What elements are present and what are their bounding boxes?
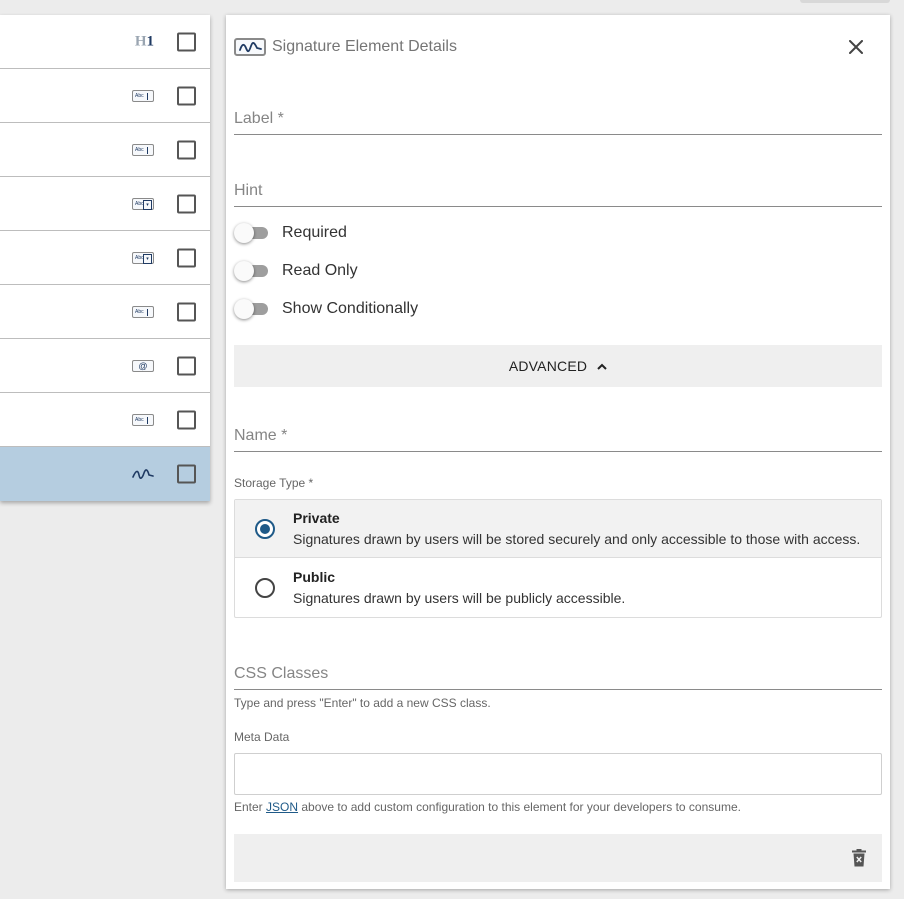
private-title: Private	[293, 510, 340, 526]
row-checkbox[interactable]	[177, 32, 196, 51]
name-input[interactable]: Name *	[234, 418, 882, 452]
close-button[interactable]	[844, 35, 868, 59]
css-classes-hint: Type and press "Enter" to add a new CSS …	[234, 696, 491, 710]
mini-label: Abc	[135, 416, 144, 423]
mini-box: Abc	[132, 89, 154, 102]
show-conditionally-label: Show Conditionally	[282, 300, 419, 317]
text-field-icon: Abc	[132, 413, 154, 426]
row-checkbox[interactable]	[177, 356, 196, 375]
mini-box: Abc ▾	[132, 197, 154, 210]
label-input-placeholder: Label *	[234, 110, 284, 127]
mini-dropdown-arrow: ▾	[143, 253, 152, 264]
list-item-selected[interactable]	[0, 447, 210, 501]
mini-cursor	[147, 146, 148, 154]
email-field-icon: @	[132, 359, 154, 372]
dropdown-field-icon: Abc ▾	[132, 251, 154, 264]
advanced-section-toggle[interactable]: ADVANCED	[234, 345, 882, 387]
read-only-toggle[interactable]	[234, 261, 270, 281]
required-toggle-row[interactable]: Required	[234, 221, 347, 245]
row-checkbox[interactable]	[177, 410, 196, 429]
required-toggle[interactable]	[234, 223, 270, 243]
read-only-label: Read Only	[282, 262, 358, 279]
row-checkbox[interactable]	[177, 248, 196, 267]
name-input-placeholder: Name *	[234, 427, 288, 444]
mini-box: Abc	[132, 413, 154, 426]
show-conditionally-toggle[interactable]	[234, 299, 270, 319]
meta-hint-before: Enter	[234, 800, 267, 814]
heading-icon: H1	[135, 33, 154, 50]
trash-icon	[852, 849, 866, 867]
public-title: Public	[293, 569, 336, 585]
text-field-icon: Abc	[132, 305, 154, 318]
storage-option-private[interactable]: Private Signatures drawn by users will b…	[235, 500, 881, 558]
mini-label: Abc	[135, 308, 144, 315]
heading-icon-h: H	[134, 33, 147, 49]
panel-header: Signature Element Details	[234, 35, 457, 59]
row-checkbox[interactable]	[177, 194, 196, 213]
signature-icon	[234, 38, 266, 56]
panel-title: Signature Element Details	[272, 38, 457, 55]
storage-option-public[interactable]: Public Signatures drawn by users will be…	[235, 559, 881, 617]
delete-button[interactable]	[850, 848, 868, 868]
hint-input[interactable]: Hint	[234, 173, 882, 207]
json-link[interactable]: JSON	[266, 800, 298, 814]
list-item[interactable]: Abc	[0, 69, 210, 123]
label-input[interactable]: Label *	[234, 101, 882, 135]
meta-hint-after: above to add custom configuration to thi…	[298, 800, 741, 814]
storage-type-label: Storage Type *	[234, 476, 314, 490]
row-checkbox[interactable]	[177, 140, 196, 159]
mini-cursor	[147, 308, 148, 316]
meta-data-hint: Enter JSON above to add custom configura…	[234, 800, 741, 814]
mini-cursor	[147, 416, 148, 424]
chevron-up-icon	[597, 363, 607, 370]
mini-cursor	[147, 92, 148, 100]
signature-icon	[132, 468, 154, 480]
meta-data-input[interactable]	[234, 753, 882, 795]
css-classes-placeholder: CSS Classes	[234, 665, 329, 682]
row-checkbox[interactable]	[177, 86, 196, 105]
row-checkbox[interactable]	[177, 302, 196, 321]
text-field-icon: Abc	[132, 143, 154, 156]
panel-footer	[234, 834, 882, 882]
mini-email-box: @	[132, 359, 154, 372]
row-checkbox[interactable]	[177, 464, 196, 484]
advanced-label: ADVANCED	[508, 358, 588, 374]
mini-box: Abc	[132, 143, 154, 156]
meta-data-label: Meta Data	[234, 730, 290, 744]
toggle-thumb	[234, 261, 254, 281]
text-field-icon: Abc	[132, 89, 154, 102]
storage-type-radio-group: Private Signatures drawn by users will b…	[234, 499, 882, 618]
toggle-thumb	[234, 299, 254, 319]
private-description: Signatures drawn by users will be stored…	[293, 531, 861, 547]
mini-label: Abc	[135, 146, 144, 153]
toggle-thumb	[234, 223, 254, 243]
css-classes-input[interactable]: CSS Classes	[234, 656, 882, 690]
show-conditionally-toggle-row[interactable]: Show Conditionally	[234, 297, 418, 321]
mini-box: Abc	[132, 305, 154, 318]
mini-dropdown-arrow: ▾	[143, 199, 152, 210]
signature-details-panel: Signature Element Details Label * Hint R…	[226, 15, 890, 889]
list-item[interactable]: Abc	[0, 393, 210, 447]
heading-icon-1: 1	[146, 33, 155, 49]
hint-input-placeholder: Hint	[234, 182, 263, 199]
private-radio[interactable]	[255, 519, 275, 539]
read-only-toggle-row[interactable]: Read Only	[234, 259, 358, 283]
list-item[interactable]: H1	[0, 15, 210, 69]
mini-label: Abc	[135, 92, 144, 99]
list-item[interactable]: Abc	[0, 123, 210, 177]
mini-box: Abc ▾	[132, 251, 154, 264]
public-radio[interactable]	[255, 578, 275, 598]
top-tab-edge	[800, 0, 890, 3]
form-element-list: H1 Abc Abc Abc ▾ Abc ▾ Abc @ Abc	[0, 15, 210, 501]
dropdown-field-icon: Abc ▾	[132, 197, 154, 210]
required-label: Required	[282, 224, 347, 241]
close-icon	[849, 40, 863, 54]
list-item[interactable]: Abc	[0, 285, 210, 339]
list-item[interactable]: Abc ▾	[0, 177, 210, 231]
list-item[interactable]: Abc ▾	[0, 231, 210, 285]
public-description: Signatures drawn by users will be public…	[293, 590, 626, 606]
list-item[interactable]: @	[0, 339, 210, 393]
